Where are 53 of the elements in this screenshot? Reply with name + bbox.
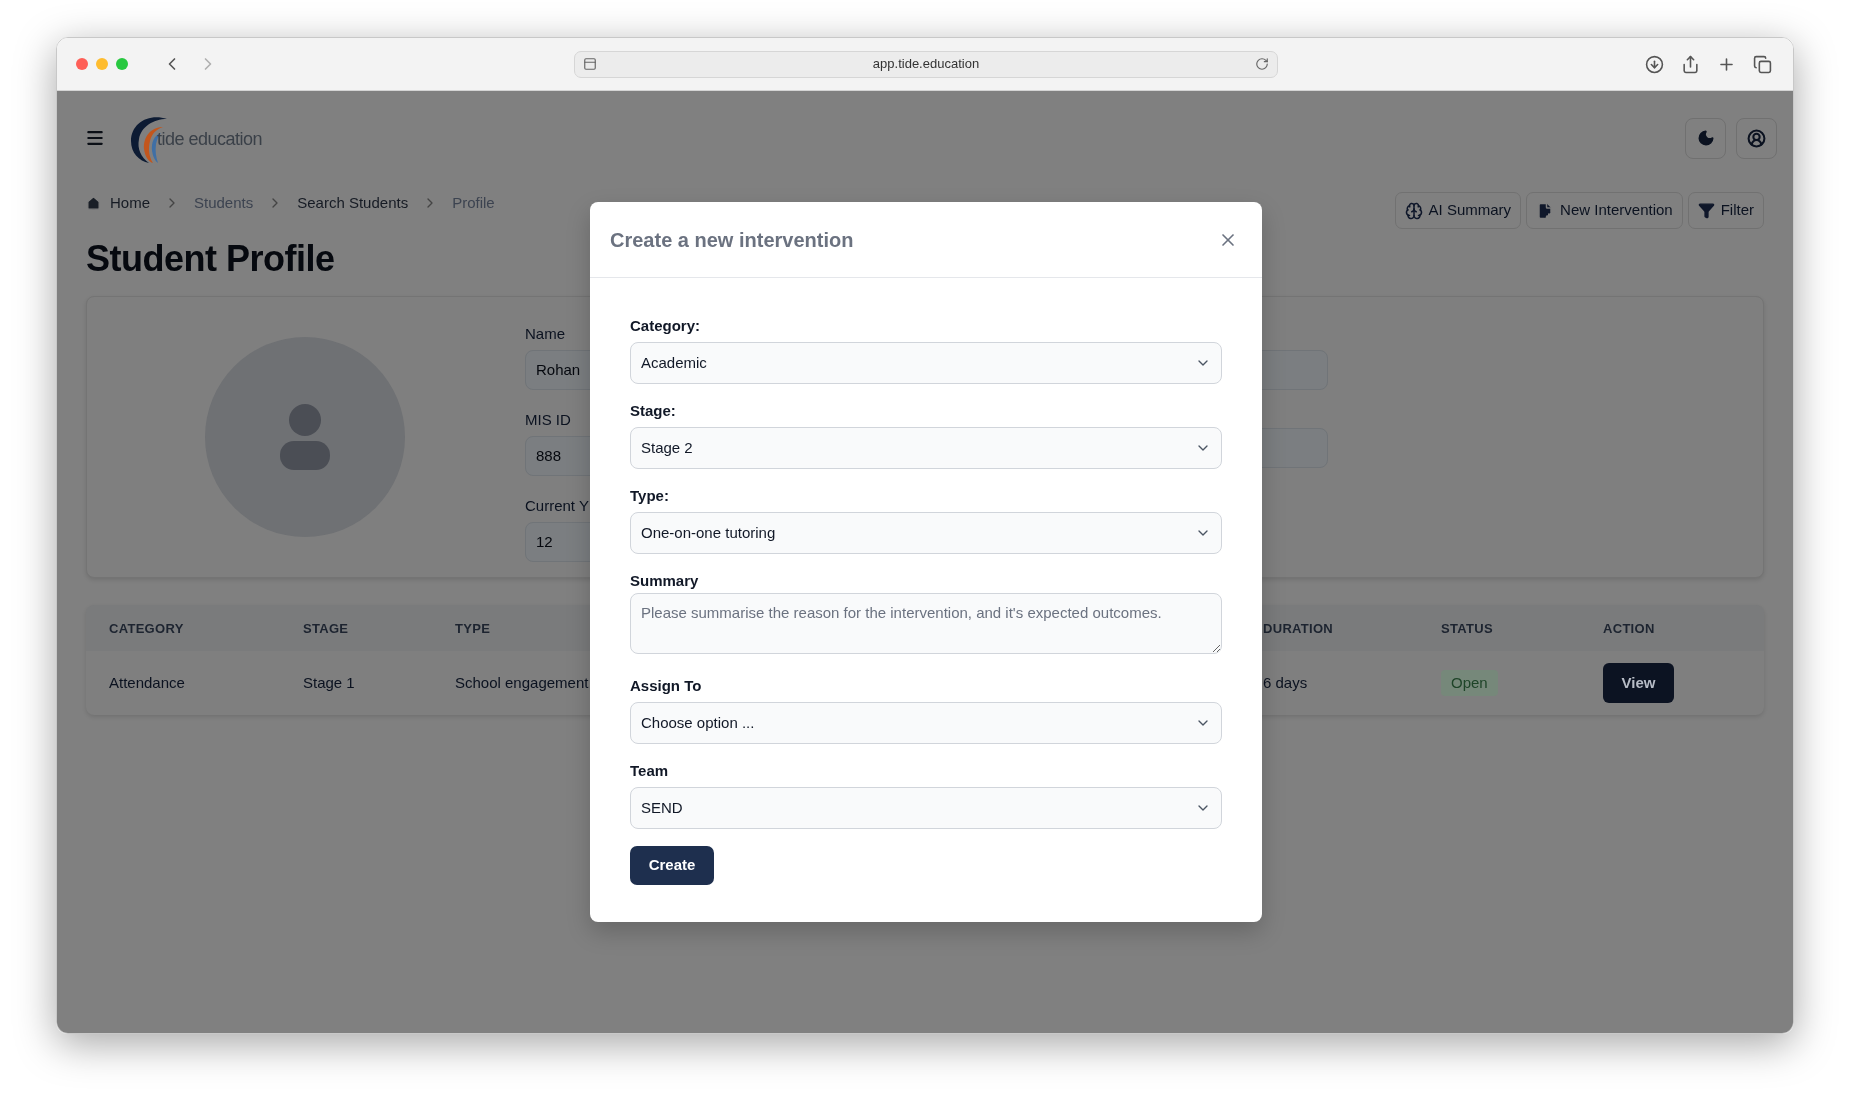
field-label: Type:	[630, 487, 669, 504]
toolbar-button[interactable]: New Intervention	[1526, 192, 1683, 229]
toolbar-button[interactable]: AI Summary	[1394, 192, 1522, 229]
toolbar-button[interactable]: Filter	[1687, 192, 1764, 229]
modal-title: Create a new intervention	[610, 227, 854, 253]
close-window-button[interactable]	[76, 58, 88, 70]
breadcrumb-link[interactable]: Search Students	[297, 191, 409, 215]
url-text: app.tide.education	[871, 55, 981, 74]
brand-name: tide education	[157, 128, 263, 151]
table-cell: Attendance	[109, 674, 185, 691]
menu-icon[interactable]	[85, 128, 105, 148]
view-button[interactable]: View	[1603, 663, 1674, 703]
dark-mode-button[interactable]	[1685, 117, 1726, 159]
brain-icon	[1404, 201, 1423, 220]
address-bar[interactable]: app.tide.education	[574, 50, 1278, 78]
field-label: Summary	[630, 572, 699, 589]
filter-icon	[1697, 202, 1715, 219]
summary-field[interactable]: Please summarise the reason for the intervention, and it's expected outcomes.	[630, 593, 1222, 654]
column-header: STATUS	[1441, 621, 1493, 636]
column-header: TYPE	[455, 621, 491, 636]
user-icon	[1747, 128, 1766, 148]
reload-icon[interactable]	[1255, 57, 1269, 71]
status-badge: Open	[1441, 669, 1498, 697]
share-icon[interactable]	[1681, 54, 1700, 74]
field-label: Team	[630, 762, 669, 779]
breadcrumb-link[interactable]: Home	[110, 191, 150, 215]
page-icon	[583, 57, 597, 71]
table-cell: 6 days	[1263, 674, 1308, 691]
field-label: Category:	[630, 317, 700, 334]
select-field[interactable]: Choose option ...	[630, 702, 1222, 744]
field-label: MIS ID	[525, 411, 571, 428]
account-button[interactable]	[1736, 117, 1777, 159]
select-field[interactable]: Academic	[630, 342, 1222, 384]
tabs-icon[interactable]	[1753, 54, 1772, 74]
page-title: Student Profile	[86, 237, 336, 281]
field-label: Name	[525, 325, 565, 342]
select-field[interactable]: One-on-one tutoring	[630, 512, 1222, 554]
column-header: ACTION	[1603, 621, 1655, 636]
user-silhouette-icon	[280, 404, 330, 470]
select-field[interactable]: SEND	[630, 787, 1222, 829]
column-header: CATEGORY	[109, 621, 184, 636]
select-field[interactable]: Stage 2	[630, 427, 1222, 469]
column-header: STAGE	[303, 621, 349, 636]
field-label: Stage:	[630, 402, 676, 419]
download-icon[interactable]	[1645, 54, 1664, 74]
create-button[interactable]: Create	[630, 846, 714, 885]
home-icon	[86, 195, 101, 211]
table-cell: Stage 1	[303, 674, 355, 691]
field-label: Current Y	[525, 497, 589, 514]
moon-icon	[1696, 129, 1715, 147]
column-header: DURATION	[1263, 621, 1334, 636]
table-cell: School engagement	[455, 674, 589, 691]
field-label: Assign To	[630, 677, 702, 694]
